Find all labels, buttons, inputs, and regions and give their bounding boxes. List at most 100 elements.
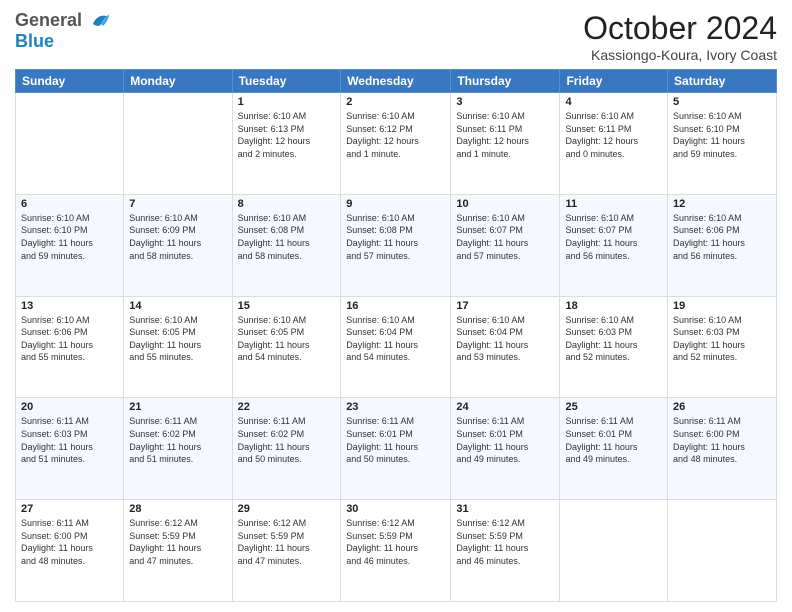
calendar-week-row: 13Sunrise: 6:10 AM Sunset: 6:06 PM Dayli… [16, 296, 777, 398]
calendar-cell [124, 93, 232, 195]
calendar-cell: 16 Sunrise: 6:10 AM Sunset: 6:04 PM Dayli… [341, 296, 451, 398]
calendar-table: SundayMondayTuesdayWednesdayThursdayFrid… [15, 69, 777, 602]
day-info: Sunrise: 6:12 AM Sunset: 5:59 PM Dayligh… [346, 517, 445, 567]
calendar-cell: 23 Sunrise: 6:11 AM Sunset: 6:01 PM Dayli… [341, 398, 451, 500]
day-number: 11 [565, 198, 662, 210]
day-number: 26 [673, 401, 771, 413]
calendar-cell: 19 Sunrise: 6:10 AM Sunset: 6:03 PM Dayli… [668, 296, 777, 398]
calendar-cell: 26 Sunrise: 6:11 AM Sunset: 6:00 PM Dayli… [668, 398, 777, 500]
day-number: 23 [346, 401, 445, 413]
day-info: Sunrise: 6:11 AM Sunset: 6:00 PM Dayligh… [673, 415, 771, 465]
day-number: 14 [129, 300, 226, 312]
calendar-cell: 13Sunrise: 6:10 AM Sunset: 6:06 PM Dayli… [16, 296, 124, 398]
day-number: 4 [565, 96, 662, 108]
calendar-header-saturday: Saturday [668, 70, 777, 93]
calendar-cell: 12 Sunrise: 6:10 AM Sunset: 6:06 PM Dayli… [668, 194, 777, 296]
title-block: October 2024 Kassiongo-Koura, Ivory Coas… [583, 10, 777, 63]
logo: General Blue [15, 10, 111, 52]
day-info: Sunrise: 6:10 AM Sunset: 6:03 PM Dayligh… [673, 314, 771, 364]
day-number: 29 [238, 503, 336, 515]
day-info: Sunrise: 6:11 AM Sunset: 6:00 PM Dayligh… [21, 517, 118, 567]
day-info: Sunrise: 6:11 AM Sunset: 6:01 PM Dayligh… [346, 415, 445, 465]
day-number: 30 [346, 503, 445, 515]
header: General Blue October 2024 Kassiongo-Kour… [15, 10, 777, 63]
calendar-header-friday: Friday [560, 70, 668, 93]
calendar-cell [16, 93, 124, 195]
logo-blue-text: Blue [15, 31, 54, 51]
logo-bird-icon [89, 10, 111, 32]
day-number: 21 [129, 401, 226, 413]
calendar-cell: 17 Sunrise: 6:10 AM Sunset: 6:04 PM Dayli… [451, 296, 560, 398]
calendar-week-row: 20 Sunrise: 6:11 AM Sunset: 6:03 PM Dayli… [16, 398, 777, 500]
day-info: Sunrise: 6:10 AM Sunset: 6:12 PM Dayligh… [346, 110, 445, 160]
day-info: Sunrise: 6:10 AM Sunset: 6:03 PM Dayligh… [565, 314, 662, 364]
calendar-header-tuesday: Tuesday [232, 70, 341, 93]
day-number: 25 [565, 401, 662, 413]
calendar-cell: 10Sunrise: 6:10 AM Sunset: 6:07 PM Dayli… [451, 194, 560, 296]
calendar-header-monday: Monday [124, 70, 232, 93]
day-info: Sunrise: 6:10 AM Sunset: 6:05 PM Dayligh… [129, 314, 226, 364]
day-number: 9 [346, 198, 445, 210]
calendar-cell: 29 Sunrise: 6:12 AM Sunset: 5:59 PM Dayli… [232, 500, 341, 602]
day-number: 27 [21, 503, 118, 515]
calendar-cell: 31Sunrise: 6:12 AM Sunset: 5:59 PM Dayli… [451, 500, 560, 602]
day-info: Sunrise: 6:11 AM Sunset: 6:02 PM Dayligh… [129, 415, 226, 465]
calendar-week-row: 1Sunrise: 6:10 AM Sunset: 6:13 PM Daylig… [16, 93, 777, 195]
day-number: 13 [21, 300, 118, 312]
calendar-cell: 30 Sunrise: 6:12 AM Sunset: 5:59 PM Dayli… [341, 500, 451, 602]
day-info: Sunrise: 6:11 AM Sunset: 6:03 PM Dayligh… [21, 415, 118, 465]
day-number: 12 [673, 198, 771, 210]
day-info: Sunrise: 6:12 AM Sunset: 5:59 PM Dayligh… [238, 517, 336, 567]
location-title: Kassiongo-Koura, Ivory Coast [583, 47, 777, 63]
calendar-cell: 5 Sunrise: 6:10 AM Sunset: 6:10 PM Daylig… [668, 93, 777, 195]
day-info: Sunrise: 6:10 AM Sunset: 6:04 PM Dayligh… [456, 314, 554, 364]
calendar-cell: 2 Sunrise: 6:10 AM Sunset: 6:12 PM Daylig… [341, 93, 451, 195]
day-number: 17 [456, 300, 554, 312]
calendar-cell: 21 Sunrise: 6:11 AM Sunset: 6:02 PM Dayli… [124, 398, 232, 500]
day-number: 18 [565, 300, 662, 312]
calendar-cell [668, 500, 777, 602]
day-number: 5 [673, 96, 771, 108]
calendar-cell [560, 500, 668, 602]
day-number: 20 [21, 401, 118, 413]
calendar-week-row: 27 Sunrise: 6:11 AM Sunset: 6:00 PM Dayli… [16, 500, 777, 602]
day-info: Sunrise: 6:10 AM Sunset: 6:10 PM Dayligh… [21, 212, 118, 262]
calendar-cell: 24 Sunrise: 6:11 AM Sunset: 6:01 PM Dayli… [451, 398, 560, 500]
day-info: Sunrise: 6:10 AM Sunset: 6:11 PM Dayligh… [456, 110, 554, 160]
calendar-cell: 1Sunrise: 6:10 AM Sunset: 6:13 PM Daylig… [232, 93, 341, 195]
calendar-cell: 20 Sunrise: 6:11 AM Sunset: 6:03 PM Dayli… [16, 398, 124, 500]
day-number: 28 [129, 503, 226, 515]
calendar-week-row: 6Sunrise: 6:10 AM Sunset: 6:10 PM Daylig… [16, 194, 777, 296]
day-info: Sunrise: 6:11 AM Sunset: 6:01 PM Dayligh… [456, 415, 554, 465]
day-number: 31 [456, 503, 554, 515]
day-info: Sunrise: 6:10 AM Sunset: 6:08 PM Dayligh… [238, 212, 336, 262]
day-info: Sunrise: 6:10 AM Sunset: 6:04 PM Dayligh… [346, 314, 445, 364]
day-number: 19 [673, 300, 771, 312]
calendar-cell: 28 Sunrise: 6:12 AM Sunset: 5:59 PM Dayli… [124, 500, 232, 602]
day-number: 16 [346, 300, 445, 312]
calendar-cell: 15 Sunrise: 6:10 AM Sunset: 6:05 PM Dayli… [232, 296, 341, 398]
month-title: October 2024 [583, 10, 777, 47]
day-number: 2 [346, 96, 445, 108]
day-info: Sunrise: 6:10 AM Sunset: 6:10 PM Dayligh… [673, 110, 771, 160]
day-info: Sunrise: 6:10 AM Sunset: 6:06 PM Dayligh… [673, 212, 771, 262]
day-number: 15 [238, 300, 336, 312]
calendar-cell: 4 Sunrise: 6:10 AM Sunset: 6:11 PM Daylig… [560, 93, 668, 195]
day-number: 3 [456, 96, 554, 108]
day-info: Sunrise: 6:10 AM Sunset: 6:05 PM Dayligh… [238, 314, 336, 364]
calendar-cell: 18 Sunrise: 6:10 AM Sunset: 6:03 PM Dayli… [560, 296, 668, 398]
calendar-cell: 9Sunrise: 6:10 AM Sunset: 6:08 PM Daylig… [341, 194, 451, 296]
day-info: Sunrise: 6:10 AM Sunset: 6:11 PM Dayligh… [565, 110, 662, 160]
day-number: 7 [129, 198, 226, 210]
calendar-cell: 11 Sunrise: 6:10 AM Sunset: 6:07 PM Dayli… [560, 194, 668, 296]
day-info: Sunrise: 6:10 AM Sunset: 6:07 PM Dayligh… [565, 212, 662, 262]
day-number: 24 [456, 401, 554, 413]
calendar-header-row: SundayMondayTuesdayWednesdayThursdayFrid… [16, 70, 777, 93]
day-info: Sunrise: 6:12 AM Sunset: 5:59 PM Dayligh… [129, 517, 226, 567]
calendar-cell: 8 Sunrise: 6:10 AM Sunset: 6:08 PM Daylig… [232, 194, 341, 296]
calendar-cell: 27 Sunrise: 6:11 AM Sunset: 6:00 PM Dayli… [16, 500, 124, 602]
calendar-cell: 14 Sunrise: 6:10 AM Sunset: 6:05 PM Dayli… [124, 296, 232, 398]
day-number: 8 [238, 198, 336, 210]
day-info: Sunrise: 6:10 AM Sunset: 6:13 PM Dayligh… [238, 110, 336, 160]
day-info: Sunrise: 6:10 AM Sunset: 6:07 PM Dayligh… [456, 212, 554, 262]
